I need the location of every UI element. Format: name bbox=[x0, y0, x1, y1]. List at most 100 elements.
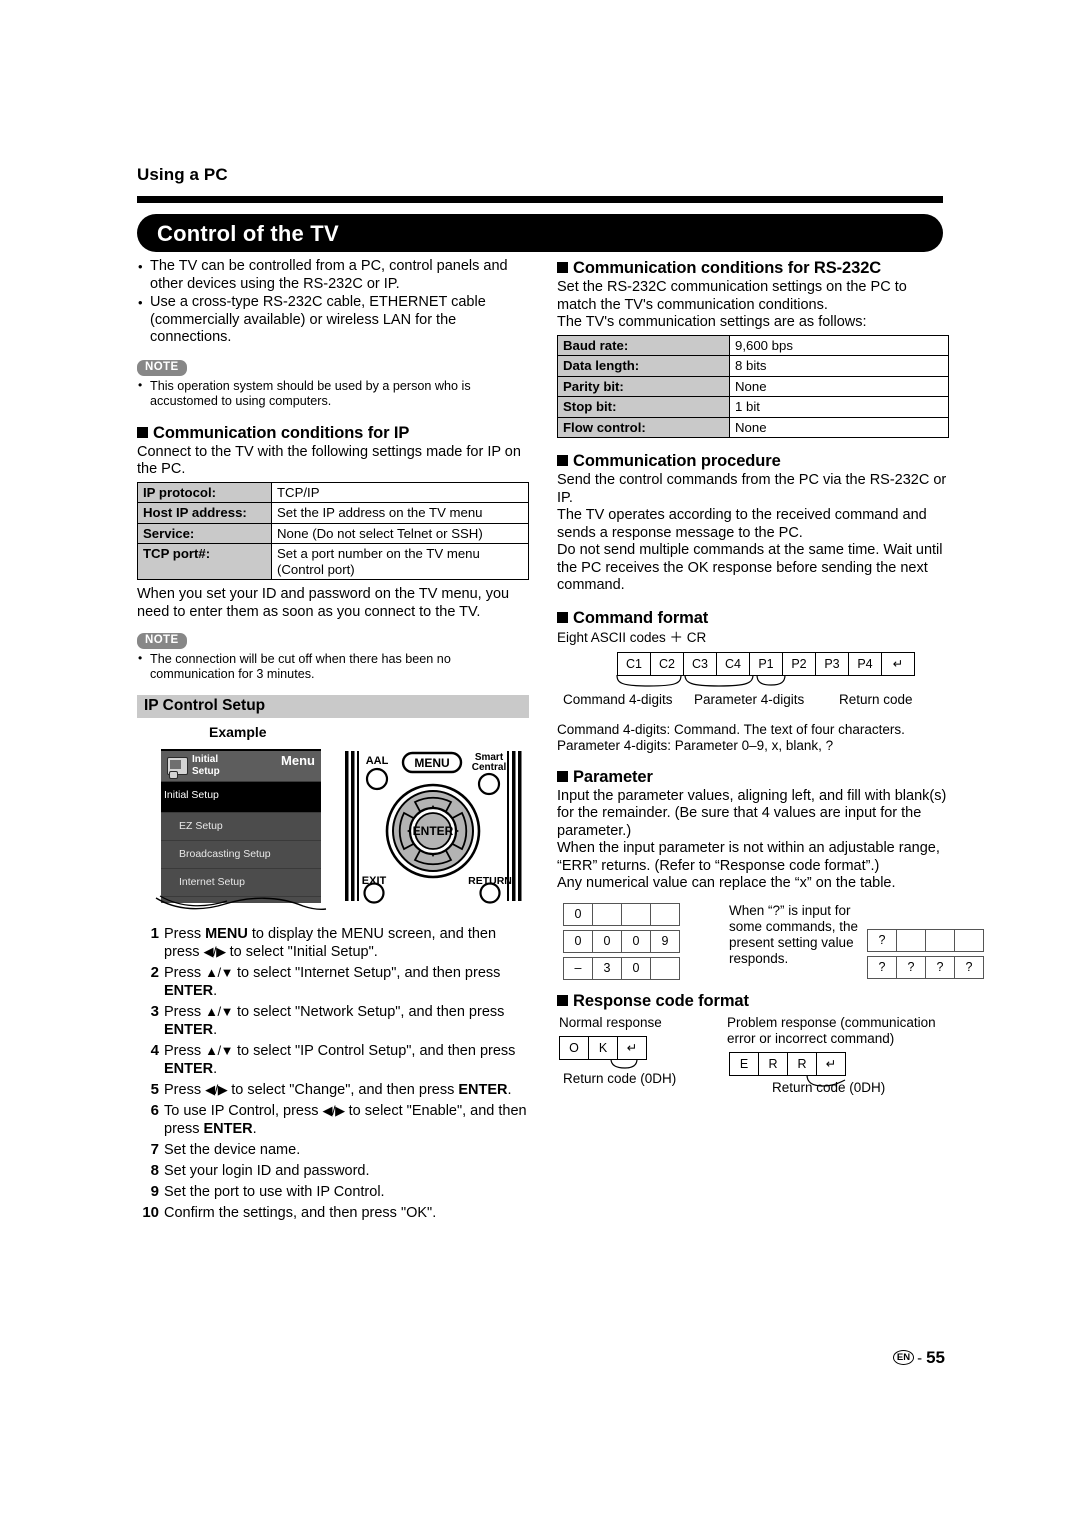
step-number: 4 bbox=[150, 1042, 159, 1059]
table-cell-key: Service: bbox=[137, 522, 272, 544]
step-text: Press ▲/▼ to select "Internet Setup", an… bbox=[164, 965, 501, 999]
tv-menu-item-label: Initial Setup bbox=[164, 789, 219, 801]
list-item: 7 Set the device name. bbox=[137, 1141, 529, 1159]
step-number: 3 bbox=[150, 1003, 159, 1020]
table-row: Parity bit: None bbox=[557, 375, 949, 397]
table-row: Stop bit: 1 bit bbox=[557, 396, 949, 418]
parameter-example-row: 0 bbox=[563, 902, 680, 926]
ip-control-setup-title: IP Control Setup bbox=[144, 697, 266, 714]
label-return-code: Return code bbox=[839, 691, 913, 707]
parameter-box bbox=[651, 956, 680, 980]
step-number: 2 bbox=[150, 964, 159, 981]
ip-conditions-table: IP protocol: TCP/IP Host IP address: Set… bbox=[137, 481, 529, 580]
page-title-bar: Control of the TV bbox=[137, 214, 943, 252]
tv-menu-item-internet-setup[interactable]: Internet Setup bbox=[161, 869, 321, 897]
section-heading-ip: Communication conditions for IP bbox=[137, 423, 529, 443]
tv-menu-item-initial-setup[interactable]: Initial Setup bbox=[161, 782, 321, 813]
parameter-box: 0 bbox=[593, 929, 622, 953]
step-number: 1 bbox=[150, 925, 159, 942]
parameter-box bbox=[926, 928, 955, 952]
list-item: 8 Set your login ID and password. bbox=[137, 1162, 529, 1180]
table-cell-value: 9,600 bps bbox=[729, 334, 949, 356]
setup-steps-list: 1 Press MENU to display the MENU screen, … bbox=[137, 925, 529, 1222]
parameter-box: ? bbox=[897, 955, 926, 979]
table-cell-key: Stop bit: bbox=[557, 396, 730, 418]
page-footer: EN -55 bbox=[892, 1348, 945, 1368]
command-box: C2 bbox=[651, 651, 684, 676]
step-text: Set your login ID and password. bbox=[164, 1163, 370, 1179]
tv-menu-item-label: Broadcasting Setup bbox=[179, 848, 271, 860]
footer-dash: - bbox=[917, 1350, 923, 1367]
command-box: C4 bbox=[717, 651, 750, 676]
step-text: To use IP Control, press ◀/▶ to select "… bbox=[164, 1103, 527, 1137]
normal-response-boxes: O K ↵ bbox=[559, 1035, 647, 1060]
command-desc-line1: Command 4-digits: Command. The text of f… bbox=[557, 721, 905, 737]
list-item: 9 Set the port to use with IP Control. bbox=[137, 1183, 529, 1201]
section-heading-response-code-label: Response code format bbox=[573, 991, 749, 1010]
parameter-box bbox=[897, 928, 926, 952]
parameter-box: 0 bbox=[563, 902, 593, 926]
step-text: Set the device name. bbox=[164, 1142, 301, 1158]
table-cell-value: None bbox=[729, 375, 949, 397]
square-bullet-icon bbox=[557, 455, 568, 466]
table-row: Host IP address: Set the IP address on t… bbox=[137, 502, 529, 524]
tv-setup-icon bbox=[167, 757, 188, 779]
step-number: 6 bbox=[150, 1102, 159, 1119]
running-head: Using a PC bbox=[137, 165, 228, 184]
parameter-box: ? bbox=[867, 955, 897, 979]
response-box: E bbox=[729, 1051, 759, 1076]
label-parameter-digits: Parameter 4-digits bbox=[694, 691, 805, 707]
command-box: C1 bbox=[617, 651, 651, 676]
response-box: R bbox=[759, 1051, 788, 1076]
step-text: Press ▲/▼ to select "IP Control Setup", … bbox=[164, 1043, 516, 1077]
tv-menu-item-label: Internet Setup bbox=[179, 876, 245, 888]
note-badge: NOTE bbox=[137, 633, 187, 649]
command-format-braces bbox=[616, 674, 786, 687]
note-badge: NOTE bbox=[137, 359, 187, 376]
table-row: Service: None (Do not select Telnet or S… bbox=[137, 522, 529, 544]
parameter-box bbox=[622, 902, 651, 926]
list-item: 5 Press ◀/▶ to select "Change", and then … bbox=[137, 1081, 529, 1099]
normal-return-code-label: Return code (0DH) bbox=[563, 1070, 677, 1086]
note-block-1: NOTE This operation system should be use… bbox=[137, 357, 529, 409]
tv-menu-header-label: Initial Setup bbox=[192, 754, 220, 777]
parameter-body-text: Input the parameter values, aligning lef… bbox=[557, 787, 947, 892]
table-cell-key: Parity bit: bbox=[557, 375, 730, 397]
tv-menu-header-line1: Initial bbox=[192, 754, 219, 765]
parameter-box: – bbox=[563, 956, 593, 980]
problem-response-label: Problem response (communication error or… bbox=[727, 1014, 936, 1046]
table-row: Data length: 8 bits bbox=[557, 355, 949, 377]
parameter-box: 0 bbox=[622, 929, 651, 953]
command-box: P3 bbox=[816, 651, 849, 676]
header-rule bbox=[137, 196, 943, 203]
list-item: 1 Press MENU to display the MENU screen, … bbox=[137, 925, 529, 961]
table-cell-key: IP protocol: bbox=[137, 481, 272, 503]
language-badge: EN bbox=[892, 1350, 915, 1365]
note-block-2: NOTE The connection will be cut off when… bbox=[137, 630, 529, 682]
response-box-return: ↵ bbox=[817, 1051, 846, 1076]
parameter-box: 0 bbox=[563, 929, 593, 953]
procedure-body-text: Send the control commands from the PC vi… bbox=[557, 472, 947, 593]
table-cell-key: Flow control: bbox=[557, 416, 730, 438]
section-heading-response-code: Response code format bbox=[557, 991, 949, 1011]
problem-response-boxes: E R R ↵ bbox=[729, 1051, 846, 1076]
normal-response-label: Normal response bbox=[559, 1014, 662, 1030]
tv-menu-item-ez-setup[interactable]: EZ Setup bbox=[161, 813, 321, 841]
table-cell-value: 1 bit bbox=[729, 396, 949, 418]
parameter-box: 3 bbox=[593, 956, 622, 980]
step-text: Confirm the settings, and then press "OK… bbox=[164, 1205, 437, 1221]
note-list: The connection will be cut off when ther… bbox=[137, 651, 529, 682]
table-cell-value: None bbox=[729, 416, 949, 438]
svg-text:ENTER: ENTER bbox=[413, 824, 454, 838]
ip-control-setup-bar: IP Control Setup bbox=[137, 695, 529, 718]
problem-return-code-label: Return code (0DH) bbox=[772, 1079, 886, 1095]
parameter-box bbox=[593, 902, 622, 926]
list-item: This operation system should be used by … bbox=[137, 378, 529, 409]
parameter-example-row: 0 0 0 9 bbox=[563, 929, 680, 953]
section-heading-parameter-label: Parameter bbox=[573, 767, 653, 786]
tv-menu-item-broadcasting-setup[interactable]: Broadcasting Setup bbox=[161, 841, 321, 869]
square-bullet-icon bbox=[137, 426, 148, 438]
ip-after-table-text: When you set your ID and password on the… bbox=[137, 586, 510, 620]
table-cell-value: Set a port number on the TV menu (Contro… bbox=[271, 543, 529, 580]
step-number: 10 bbox=[142, 1204, 159, 1221]
